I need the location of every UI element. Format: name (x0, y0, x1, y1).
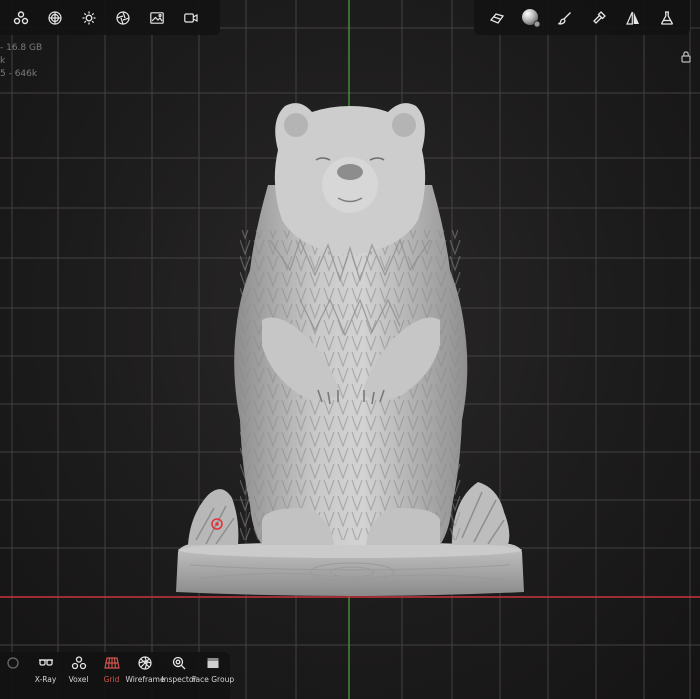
paint-brush-icon[interactable] (548, 0, 582, 35)
viewport-canvas[interactable] (0, 0, 700, 699)
material-sphere-icon[interactable] (38, 0, 72, 35)
xray-label: X-Ray (34, 675, 57, 684)
top-right-toolbar (474, 0, 690, 35)
face-group-button[interactable]: Face Group (192, 652, 234, 699)
symmetry-icon[interactable] (616, 0, 650, 35)
face-group-label: Face Group (191, 675, 235, 684)
3d-viewport[interactable] (0, 0, 700, 699)
grid-button[interactable]: Grid (95, 652, 128, 699)
voxel-label: Voxel (68, 675, 89, 684)
lock-icon[interactable] (681, 48, 691, 67)
inspector-icon (172, 656, 186, 670)
top-left-toolbar (0, 0, 220, 35)
partial-icon (6, 656, 20, 670)
bear-sculpture-model (176, 103, 524, 596)
vertex-count-text: 5 - 646k (0, 69, 38, 79)
memory-stats: - 16.8 GB k 5 - 646k (0, 42, 42, 81)
matcap-sphere-icon[interactable] (514, 0, 548, 35)
video-camera-icon[interactable] (174, 0, 208, 35)
partial-button[interactable] (0, 652, 29, 699)
bottom-toolbar: X-Ray Voxel Grid Wireframe Inspector Fac… (0, 652, 234, 699)
voxel-button[interactable]: Voxel (62, 652, 95, 699)
voxel-icon (71, 656, 87, 670)
grid-icon (103, 656, 120, 670)
stroke-brush-icon[interactable] (480, 0, 514, 35)
camera-aperture-icon[interactable] (106, 0, 140, 35)
memory-usage-text: - 16.8 GB (0, 43, 43, 53)
xray-button[interactable]: X-Ray (29, 652, 62, 699)
scene-icon[interactable] (4, 0, 38, 35)
flashlight-icon[interactable] (582, 0, 616, 35)
xray-glasses-icon (38, 656, 54, 670)
lighting-icon[interactable] (72, 0, 106, 35)
image-icon[interactable] (140, 0, 174, 35)
inspector-button[interactable]: Inspector (162, 652, 197, 699)
wireframe-label: Wireframe (125, 675, 165, 684)
wireframe-button[interactable]: Wireframe (125, 652, 165, 699)
wireframe-icon (138, 656, 152, 670)
flask-icon[interactable] (650, 0, 684, 35)
stats-line-2: k (0, 56, 6, 66)
grid-label: Grid (103, 675, 120, 684)
face-group-icon (206, 656, 220, 670)
